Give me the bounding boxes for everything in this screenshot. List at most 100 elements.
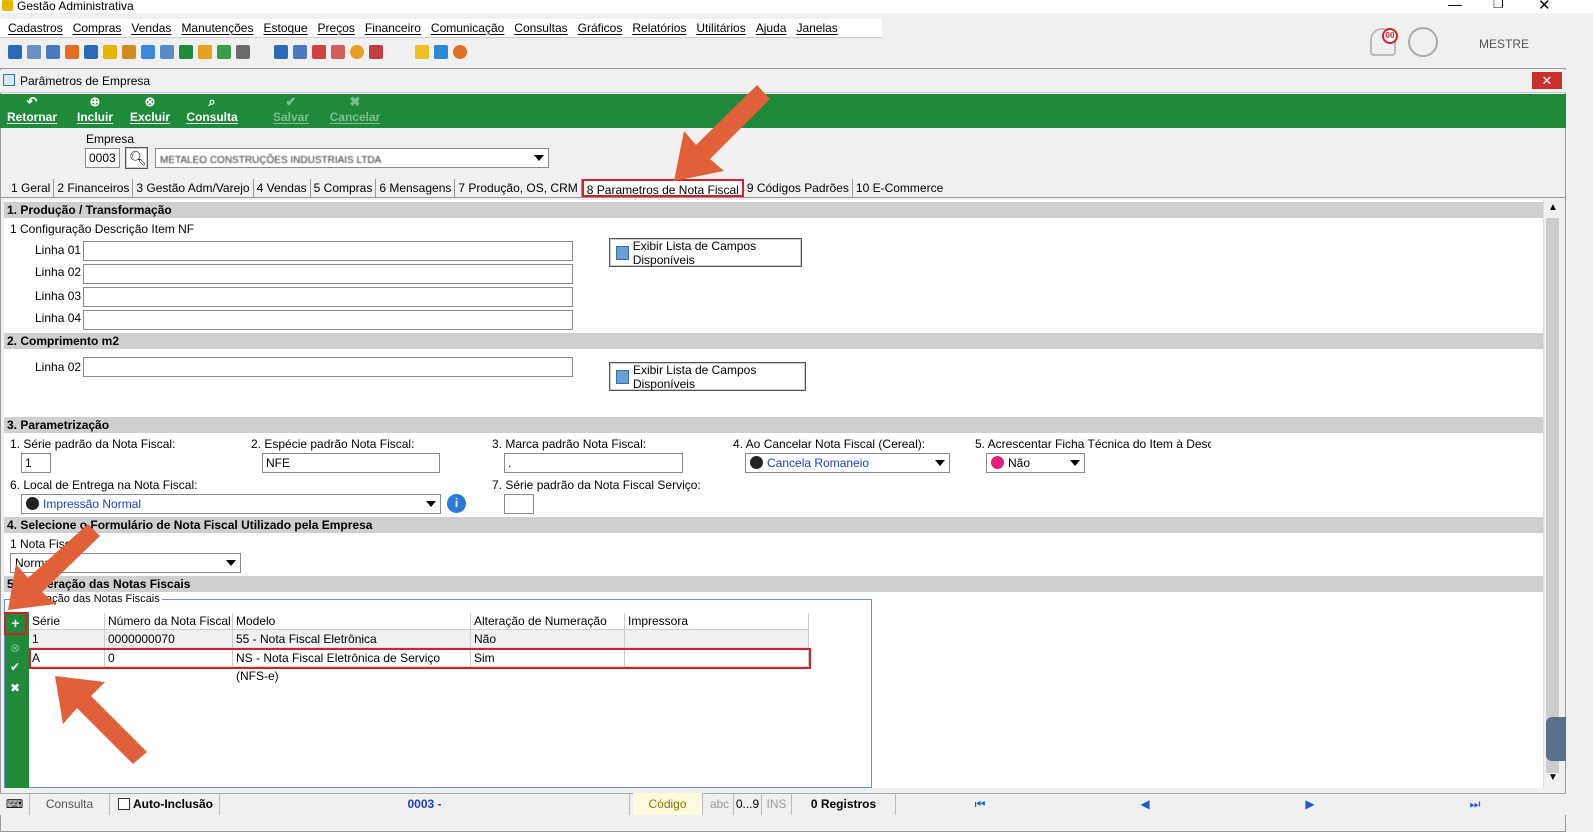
grid-check-icon[interactable]: ✔ <box>10 660 20 674</box>
exibir-campos-button[interactable]: Exibir Lista de Campos Disponíveis <box>609 238 802 267</box>
tab-gestao-adm-varejo[interactable]: 3 Gestão Adm/Varejo <box>133 179 254 197</box>
toolbar-icon[interactable] <box>198 44 212 59</box>
col-alteracao-header[interactable]: Alteração de Numeração <box>471 613 625 630</box>
local-entrega-select[interactable]: Impressão Normal <box>21 494 441 514</box>
last-record-icon[interactable]: ⏭ <box>1455 793 1495 815</box>
next-record-icon[interactable]: ▶ <box>1295 793 1325 815</box>
scroll-down-icon[interactable]: ▼ <box>1548 772 1558 783</box>
tab-compras[interactable]: 5 Compras <box>311 179 377 197</box>
calendar-icon[interactable] <box>312 44 326 59</box>
linha-03-input[interactable] <box>83 287 573 307</box>
tab-financeiros[interactable]: 2 Financeiros <box>54 179 134 197</box>
toolbar-icon[interactable] <box>122 44 136 59</box>
consulta-button[interactable]: ⌕ Consulta <box>182 94 242 128</box>
cell-modelo[interactable]: 55 - Nota Fiscal Eletrônica <box>233 630 471 648</box>
toolbar-icon[interactable] <box>27 44 41 59</box>
especie-padrao-input[interactable]: NFE <box>262 453 440 473</box>
acrescentar-ficha-label: 5. Acrescentar Ficha Técnica do Item à D… <box>975 437 1211 451</box>
first-record-icon[interactable]: ⏮ <box>960 793 1000 815</box>
marca-padrao-input[interactable]: . <box>504 453 683 473</box>
empresa-name-select[interactable]: METALEO CONSTRUÇÕES INDUSTRIAIS LTDA <box>155 148 549 168</box>
menu-utilitarios[interactable]: Utilitários <box>696 21 745 35</box>
grid-cancel-icon[interactable]: ✖ <box>10 681 20 695</box>
toolbar-icon[interactable] <box>8 44 22 59</box>
tab-mensagens[interactable]: 6 Mensagens <box>376 179 456 197</box>
tab-e-commerce[interactable]: 10 E-Commerce <box>853 179 946 197</box>
toolbar-icon[interactable] <box>236 44 250 59</box>
tab-producao-os-crm[interactable]: 7 Produção, OS, CRM <box>455 179 582 197</box>
serie-servico-input[interactable] <box>504 494 534 514</box>
col-impressora-header[interactable]: Impressora <box>625 613 809 630</box>
menu-estoque[interactable]: Estoque <box>263 21 307 35</box>
col-numero-header[interactable]: Número da Nota Fiscal <box>105 613 233 630</box>
linha-02-input[interactable] <box>83 264 573 284</box>
empresa-search-button[interactable]: 🔍︎ <box>125 147 148 169</box>
menu-cadastros[interactable]: Cadastros <box>8 21 63 35</box>
scroll-thumb[interactable] <box>1546 218 1559 773</box>
cell-alteracao[interactable]: Não <box>471 630 625 648</box>
grid-action-bar <box>5 612 29 788</box>
cancelar-button[interactable]: ✖ Cancelar <box>325 94 385 128</box>
side-tab-handle[interactable] <box>1546 717 1566 761</box>
star-icon[interactable] <box>415 44 429 59</box>
tab-geral[interactable]: 1 Geral <box>8 179 55 197</box>
menu-comunicacao[interactable]: Comunicação <box>431 21 504 35</box>
toolbar-icon[interactable] <box>46 44 60 59</box>
linha-01-input[interactable] <box>83 241 573 261</box>
cell-numero[interactable]: 0000000070 <box>105 630 233 648</box>
menu-ajuda[interactable]: Ajuda <box>756 21 787 35</box>
toolbar-icon[interactable] <box>274 44 288 59</box>
inner-window-close-button[interactable]: ✕ <box>1532 72 1562 89</box>
user-avatar-icon[interactable] <box>1408 27 1438 57</box>
excluir-button[interactable]: ⊗ Excluir <box>120 94 180 128</box>
window-close-button[interactable]: ✕ <box>1538 0 1551 14</box>
toolbar-icon[interactable] <box>331 44 345 59</box>
toolbar-icon[interactable] <box>84 44 98 59</box>
salvar-button[interactable]: ✔ Salvar <box>261 94 321 128</box>
empresa-code-input[interactable]: 0003 <box>85 148 120 168</box>
menu-graficos[interactable]: Gráficos <box>578 21 623 35</box>
keyboard-icon: ⌨ <box>0 793 30 815</box>
menu-janelas[interactable]: Janelas <box>796 21 837 35</box>
menu-relatorios[interactable]: Relatórios <box>632 21 686 35</box>
tab-vendas[interactable]: 4 Vendas <box>254 179 311 197</box>
serie-padrao-input[interactable]: 1 <box>21 453 51 473</box>
exibir-campos-button-2[interactable]: Exibir Lista de Campos Disponíveis <box>609 362 806 391</box>
menu-precos[interactable]: Preços <box>318 21 355 35</box>
ao-cancelar-select[interactable]: Cancela Romaneio <box>745 453 950 473</box>
col-modelo-header[interactable]: Modelo <box>233 613 471 630</box>
menu-financeiro[interactable]: Financeiro <box>365 21 421 35</box>
menu-manutencoes[interactable]: Manutenções <box>181 21 253 35</box>
retornar-button[interactable]: ↶ Retornar <box>2 94 62 128</box>
prev-record-icon[interactable]: ◀ <box>1130 793 1160 815</box>
menu-compras[interactable]: Compras <box>73 21 122 35</box>
grid-add-button[interactable]: + <box>4 612 27 635</box>
calculator-icon[interactable] <box>293 44 307 59</box>
toolbar-icon[interactable] <box>160 44 174 59</box>
comprimento-linha-02-input[interactable] <box>83 357 573 377</box>
info-icon[interactable]: i <box>447 494 466 513</box>
window-minimize-button[interactable]: — <box>1448 0 1462 12</box>
window-maximize-button[interactable]: ❐ <box>1493 0 1504 11</box>
power-icon[interactable] <box>453 44 467 59</box>
auto-inclusao-checkbox[interactable]: Auto-Inclusão <box>110 793 220 815</box>
cell-impressora[interactable] <box>625 630 809 648</box>
col-serie-header[interactable]: Série <box>29 613 105 630</box>
scroll-up-icon[interactable]: ▲ <box>1548 202 1558 213</box>
menu-vendas[interactable]: Vendas <box>131 21 171 35</box>
cart-icon[interactable] <box>179 44 193 59</box>
vertical-scrollbar[interactable]: ▲ ▼ <box>1543 200 1561 788</box>
toolbar-icon[interactable] <box>141 44 155 59</box>
incluir-button[interactable]: ⊕ Incluir <box>65 94 125 128</box>
toolbar-icon[interactable] <box>65 44 79 59</box>
cell-serie[interactable]: 1 <box>29 630 105 648</box>
grid-delete-icon[interactable]: ⊗ <box>10 641 20 655</box>
toolbar-icon[interactable] <box>217 44 231 59</box>
acrescentar-ficha-select[interactable]: Não <box>986 453 1085 473</box>
toolbar-icon[interactable] <box>434 44 448 59</box>
toolbar-icon[interactable] <box>350 44 364 59</box>
menu-consultas[interactable]: Consultas <box>514 21 567 35</box>
chart-icon[interactable] <box>369 44 383 59</box>
linha-04-input[interactable] <box>83 310 573 330</box>
toolbar-icon[interactable] <box>103 44 117 59</box>
